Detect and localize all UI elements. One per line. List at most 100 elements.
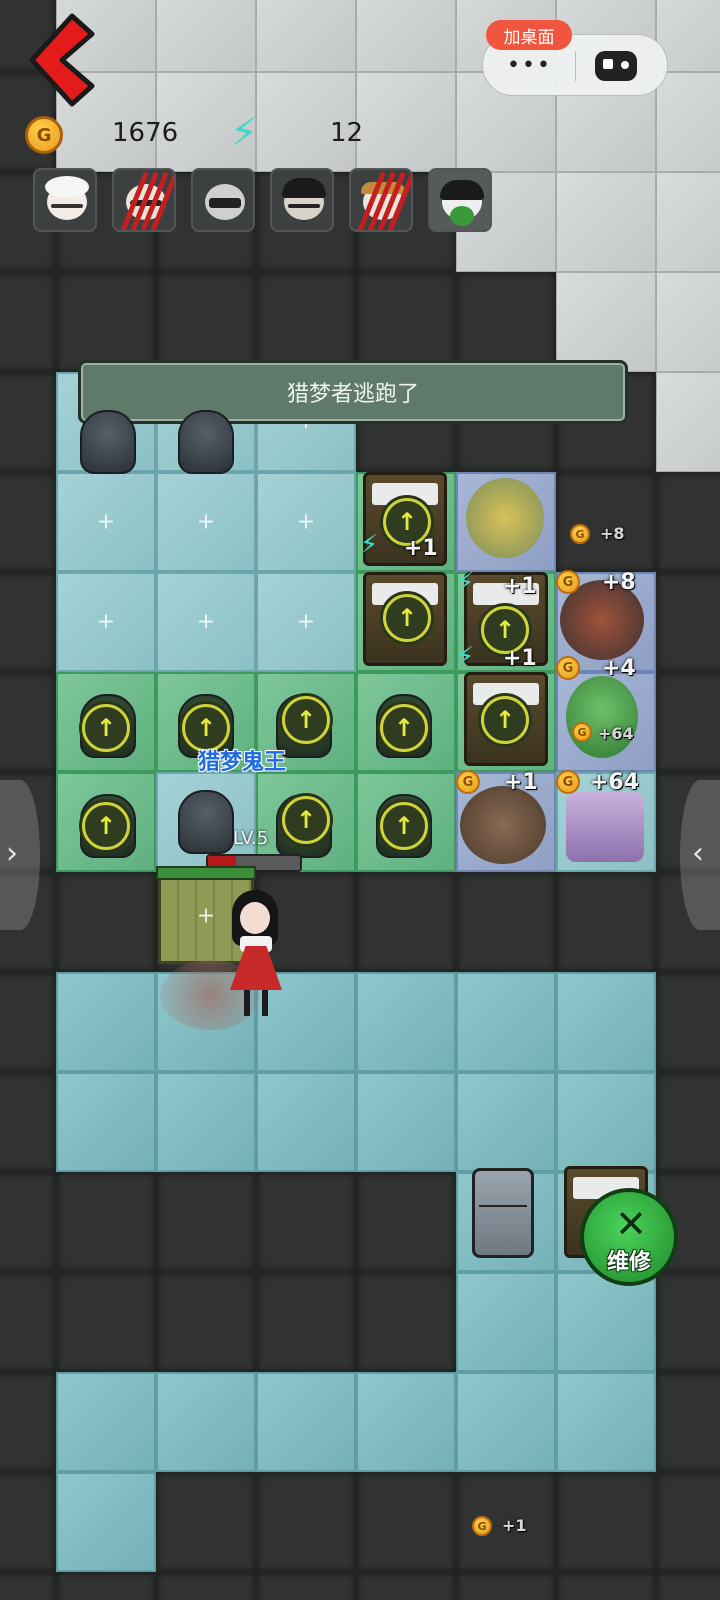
gain-label: +1 bbox=[503, 574, 537, 599]
scroll-left-button[interactable]: › bbox=[0, 780, 40, 930]
gamepad-icon[interactable] bbox=[595, 51, 637, 81]
empty-slot-tile[interactable]: + bbox=[56, 572, 156, 672]
lightning-icon: ⚡ bbox=[456, 642, 475, 672]
room-floor-tile[interactable] bbox=[256, 1372, 356, 1472]
upgrade-arrow-icon[interactable]: ↑ bbox=[380, 802, 428, 850]
room-floor-tile[interactable] bbox=[356, 1072, 456, 1172]
upgrade-arrow-icon[interactable]: ↑ bbox=[481, 696, 529, 744]
repair-button[interactable]: ✕ 维修 bbox=[580, 1188, 678, 1286]
avatar-clawed-2[interactable] bbox=[349, 168, 413, 232]
wall-tile bbox=[0, 472, 56, 572]
upgrade-arrow-icon[interactable]: ↑ bbox=[82, 704, 130, 752]
room-floor-tile[interactable] bbox=[456, 1072, 556, 1172]
more-icon[interactable]: ••• bbox=[507, 55, 552, 77]
plant-monster[interactable] bbox=[466, 478, 544, 558]
wall-tile bbox=[356, 1172, 456, 1272]
room-floor-tile[interactable] bbox=[356, 1372, 456, 1472]
room-floor-tile[interactable] bbox=[556, 1272, 656, 1372]
avatar-clawed-1[interactable] bbox=[112, 168, 176, 232]
empty-slot-tile[interactable]: + bbox=[156, 472, 256, 572]
room-floor-tile[interactable] bbox=[456, 1372, 556, 1472]
wall-tile bbox=[356, 872, 456, 972]
wrench-icon: ✕ bbox=[615, 1202, 647, 1246]
gain-label: +1 bbox=[504, 770, 538, 795]
capsule-divider bbox=[575, 51, 576, 81]
room-floor-tile[interactable] bbox=[156, 1372, 256, 1472]
room-floor-tile[interactable] bbox=[556, 1372, 656, 1472]
purple-bed[interactable] bbox=[566, 792, 644, 862]
wall-tile bbox=[0, 972, 56, 1072]
room-floor-tile[interactable] bbox=[56, 1372, 156, 1472]
wall-tile bbox=[56, 1572, 156, 1600]
upgrade-arrow-icon[interactable]: ↑ bbox=[282, 796, 330, 844]
wall-tile bbox=[556, 1572, 656, 1600]
wall-tile bbox=[0, 1372, 56, 1472]
mud-monster[interactable] bbox=[460, 786, 546, 864]
player-character[interactable] bbox=[222, 890, 292, 1020]
upgrade-arrow-icon[interactable]: ↑ bbox=[380, 704, 428, 752]
upgrade-arrow-icon[interactable]: ↑ bbox=[82, 802, 130, 850]
avatar-hat[interactable] bbox=[270, 168, 334, 232]
room-floor-tile[interactable] bbox=[456, 1272, 556, 1372]
turret[interactable] bbox=[178, 410, 234, 474]
turret[interactable] bbox=[178, 790, 234, 854]
back-button[interactable] bbox=[22, 12, 102, 108]
wall-tile bbox=[0, 372, 56, 472]
fridge[interactable] bbox=[472, 1168, 534, 1258]
floor-tile bbox=[656, 172, 720, 272]
plus-icon: + bbox=[296, 609, 316, 635]
boss-name: 猎梦鬼王 bbox=[198, 750, 287, 775]
wall-tile bbox=[56, 272, 156, 372]
player-legs bbox=[244, 990, 268, 1016]
avatar-badge bbox=[450, 206, 474, 226]
wall-tile bbox=[456, 1572, 556, 1600]
wall-tile bbox=[156, 272, 256, 372]
coin-count: 1676 bbox=[112, 118, 179, 148]
empty-slot-tile[interactable]: + bbox=[156, 572, 256, 672]
wall-tile bbox=[556, 472, 656, 572]
upgrade-arrow-icon[interactable]: ↑ bbox=[383, 594, 431, 642]
room-floor-tile[interactable] bbox=[56, 1072, 156, 1172]
avatar-eyes bbox=[51, 204, 83, 208]
scroll-right-button[interactable]: ‹ bbox=[680, 780, 720, 930]
coin-icon: G bbox=[570, 524, 590, 544]
green-monster[interactable] bbox=[566, 676, 638, 758]
empty-slot-tile[interactable]: + bbox=[256, 472, 356, 572]
upgrade-arrow-icon[interactable]: ↑ bbox=[282, 696, 330, 744]
avatar-hair bbox=[45, 176, 89, 198]
repair-label: 维修 bbox=[606, 1250, 651, 1275]
gain-label: +64 bbox=[590, 770, 640, 795]
claw-mark-icon bbox=[120, 170, 174, 230]
avatar-granny[interactable] bbox=[33, 168, 97, 232]
floor-tile bbox=[556, 172, 656, 272]
wall-tile bbox=[456, 872, 556, 972]
avatar-hair bbox=[440, 180, 484, 200]
empty-slot-tile[interactable]: + bbox=[256, 572, 356, 672]
wall-tile bbox=[656, 1072, 720, 1172]
wall-tile bbox=[456, 272, 556, 372]
wall-tile bbox=[556, 1472, 656, 1572]
avatar-masked[interactable] bbox=[191, 168, 255, 232]
room-floor-tile[interactable] bbox=[56, 972, 156, 1072]
turret[interactable] bbox=[80, 410, 136, 474]
floor-tile bbox=[356, 72, 456, 172]
plus-icon: + bbox=[96, 609, 116, 635]
room-floor-tile[interactable] bbox=[556, 972, 656, 1072]
floor-tile bbox=[656, 72, 720, 172]
room-floor-tile[interactable] bbox=[456, 972, 556, 1072]
room-floor-tile[interactable] bbox=[156, 1072, 256, 1172]
room-floor-tile[interactable] bbox=[556, 1072, 656, 1172]
room-floor-tile[interactable] bbox=[356, 972, 456, 1072]
empty-slot-tile[interactable]: + bbox=[56, 472, 156, 572]
wall-tile bbox=[0, 1572, 56, 1600]
add-to-desktop-button[interactable]: 加桌面 bbox=[486, 20, 572, 50]
plus-icon: + bbox=[196, 509, 216, 535]
floor-tile bbox=[556, 272, 656, 372]
wall-tile bbox=[0, 1472, 56, 1572]
avatar-self[interactable] bbox=[428, 168, 492, 232]
room-floor-tile[interactable] bbox=[56, 1472, 156, 1572]
wall-tile bbox=[0, 1072, 56, 1172]
room-floor-tile[interactable] bbox=[256, 1072, 356, 1172]
wall-tile bbox=[0, 572, 56, 672]
gain-label: +64 bbox=[598, 724, 634, 743]
